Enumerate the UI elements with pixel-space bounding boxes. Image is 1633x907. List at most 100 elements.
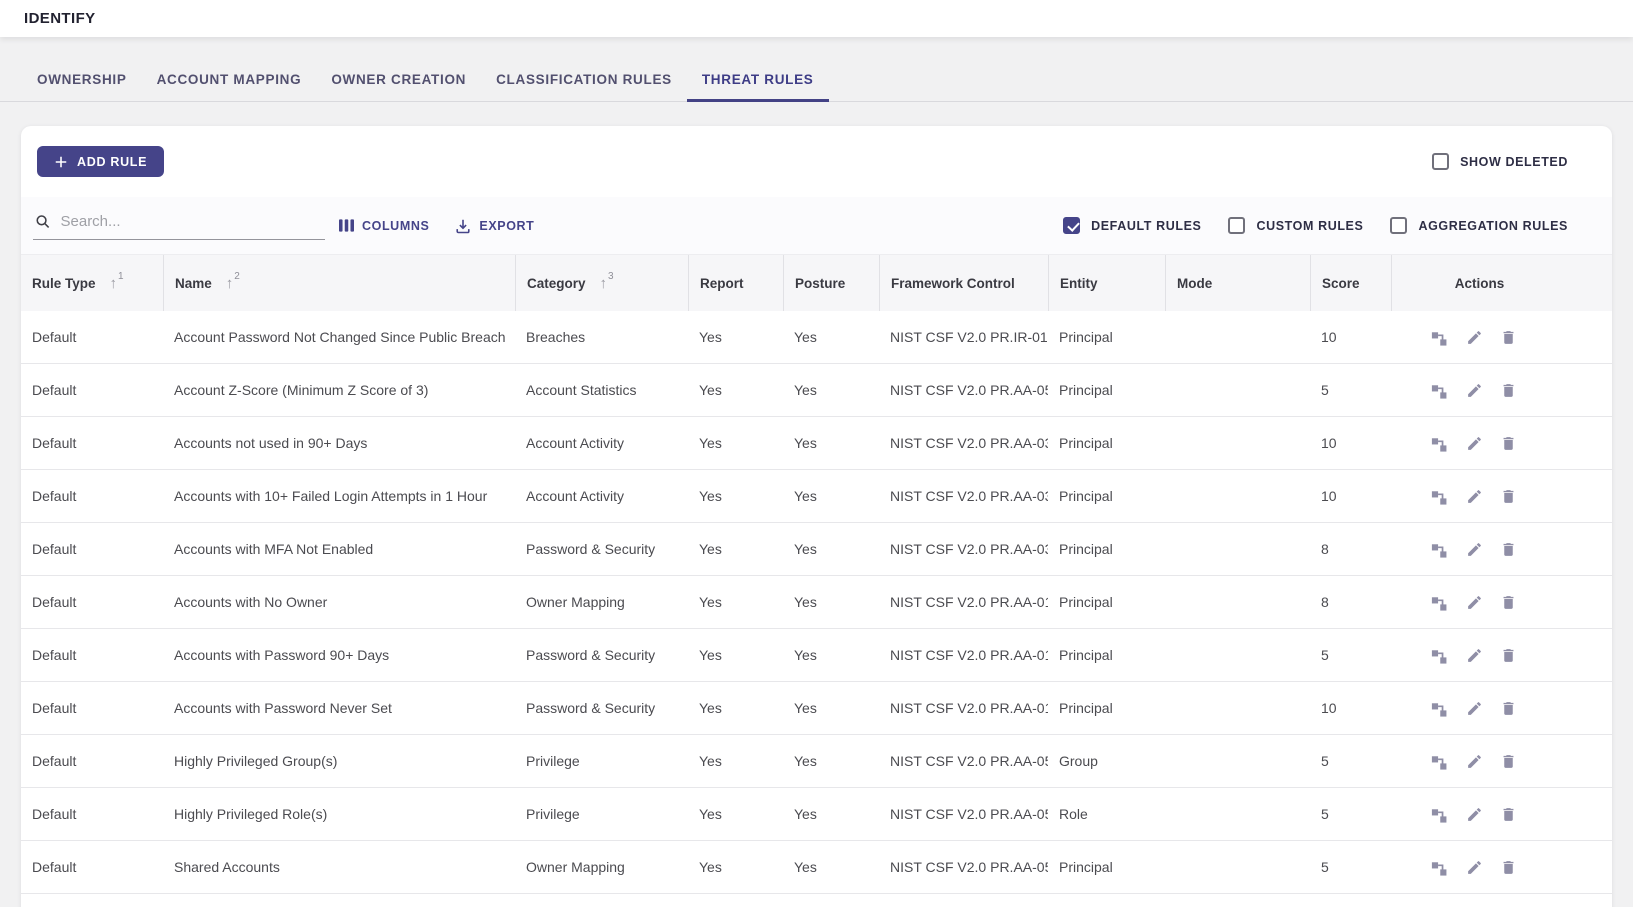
cell-rule-type: Default [21, 735, 163, 787]
tab-ownership[interactable]: OWNERSHIP [22, 58, 142, 101]
edit-icon[interactable] [1464, 380, 1485, 401]
delete-icon[interactable] [1498, 327, 1519, 348]
tab-threat-rules[interactable]: THREAT RULES [687, 58, 829, 101]
delete-icon[interactable] [1498, 698, 1519, 719]
column-header-entity[interactable]: Entity [1048, 255, 1165, 311]
search-input[interactable] [61, 213, 324, 230]
columns-button[interactable]: COLUMNS [339, 219, 429, 233]
edit-icon[interactable] [1464, 433, 1485, 454]
cell-name: Accounts with 10+ Failed Login Attempts … [163, 470, 515, 522]
hierarchy-icon[interactable] [1428, 485, 1451, 508]
cell-posture: Yes [783, 788, 879, 840]
export-button[interactable]: EXPORT [455, 218, 534, 234]
table-toolbar: COLUMNS EXPORT DEFAULT RULES CUSTOM RULE… [21, 197, 1612, 254]
table-row: Default Accounts with Password Never Set… [21, 682, 1612, 735]
cell-framework-control: NIST CSF V2.0 PR.AA-05 [879, 841, 1048, 893]
delete-icon[interactable] [1498, 857, 1519, 878]
edit-icon[interactable] [1464, 645, 1485, 666]
cell-name: Accounts not used in 90+ Days [163, 417, 515, 469]
column-header-rule-type[interactable]: Rule Type ↑1 [21, 255, 163, 311]
edit-icon[interactable] [1464, 698, 1485, 719]
cell-category: Privilege [515, 735, 688, 787]
search-icon [35, 213, 51, 230]
cell-category: Owner Mapping [515, 576, 688, 628]
cell-rule-type: Default [21, 682, 163, 734]
delete-icon[interactable] [1498, 751, 1519, 772]
cell-category: Privilege [515, 788, 688, 840]
tab-owner-creation[interactable]: OWNER CREATION [316, 58, 481, 101]
cell-entity: Principal [1048, 417, 1165, 469]
column-header-mode[interactable]: Mode [1165, 255, 1310, 311]
cell-category: Password & Security [515, 629, 688, 681]
add-rule-button[interactable]: ADD RULE [37, 146, 164, 177]
column-header-score[interactable]: Score [1310, 255, 1391, 311]
cell-score: 10 [1310, 682, 1391, 734]
cell-mode [1165, 417, 1310, 469]
tab-classification-rules[interactable]: CLASSIFICATION RULES [481, 58, 687, 101]
hierarchy-icon[interactable] [1428, 538, 1451, 561]
edit-icon[interactable] [1464, 592, 1485, 613]
table-row: Default Shared Accounts Owner Mapping Ye… [21, 841, 1612, 894]
cell-rule-type: Default [21, 788, 163, 840]
hierarchy-icon[interactable] [1428, 591, 1451, 614]
edit-icon[interactable] [1464, 751, 1485, 772]
cell-report: Yes [688, 788, 783, 840]
cell-entity: Principal [1048, 629, 1165, 681]
hierarchy-icon[interactable] [1428, 697, 1451, 720]
hierarchy-icon[interactable] [1428, 803, 1451, 826]
column-header-posture[interactable]: Posture [783, 255, 879, 311]
hierarchy-icon[interactable] [1428, 326, 1451, 349]
cell-category: Password & Security [515, 523, 688, 575]
edit-icon[interactable] [1464, 539, 1485, 560]
cell-report: Yes [688, 735, 783, 787]
edit-icon[interactable] [1464, 857, 1485, 878]
cell-score: 5 [1310, 788, 1391, 840]
delete-icon[interactable] [1498, 539, 1519, 560]
hierarchy-icon[interactable] [1428, 644, 1451, 667]
column-header-report[interactable]: Report [688, 255, 783, 311]
aggregation-rules-checkbox[interactable] [1390, 217, 1407, 234]
delete-icon[interactable] [1498, 486, 1519, 507]
edit-icon[interactable] [1464, 804, 1485, 825]
cell-entity: Principal [1048, 682, 1165, 734]
cell-actions [1391, 629, 1612, 681]
column-header-framework-control[interactable]: Framework Control [879, 255, 1048, 311]
column-header-category[interactable]: Category ↑3 [515, 255, 688, 311]
tab-account-mapping[interactable]: ACCOUNT MAPPING [142, 58, 317, 101]
table-row: Default Accounts with Password 90+ Days … [21, 629, 1612, 682]
cell-mode [1165, 841, 1310, 893]
show-deleted-toggle[interactable]: SHOW DELETED [1432, 153, 1568, 170]
delete-icon[interactable] [1498, 380, 1519, 401]
cell-entity: Principal [1048, 576, 1165, 628]
cell-framework-control: NIST CSF V2.0 PR.AA-01 [879, 682, 1048, 734]
cell-rule-type: Default [21, 523, 163, 575]
table-row: Default Accounts with MFA Not Enabled Pa… [21, 523, 1612, 576]
filter-custom-rules[interactable]: CUSTOM RULES [1228, 217, 1363, 234]
column-header-name[interactable]: Name ↑2 [163, 255, 515, 311]
delete-icon[interactable] [1498, 645, 1519, 666]
cell-entity: Principal [1048, 841, 1165, 893]
filter-default-rules[interactable]: DEFAULT RULES [1063, 217, 1201, 234]
filter-aggregation-rules[interactable]: AGGREGATION RULES [1390, 217, 1568, 234]
default-rules-checkbox[interactable] [1063, 217, 1080, 234]
table-row: Default Account Z-Score (Minimum Z Score… [21, 364, 1612, 417]
sort-asc-icon: ↑2 [226, 275, 239, 291]
cell-name: Accounts with MFA Not Enabled [163, 523, 515, 575]
show-deleted-checkbox[interactable] [1432, 153, 1449, 170]
hierarchy-icon[interactable] [1428, 750, 1451, 773]
cell-category: Password & Security [515, 682, 688, 734]
delete-icon[interactable] [1498, 433, 1519, 454]
delete-icon[interactable] [1498, 804, 1519, 825]
search-box[interactable] [33, 211, 325, 240]
hierarchy-icon[interactable] [1428, 432, 1451, 455]
hierarchy-icon[interactable] [1428, 379, 1451, 402]
cell-entity: Principal [1048, 364, 1165, 416]
edit-icon[interactable] [1464, 327, 1485, 348]
edit-icon[interactable] [1464, 486, 1485, 507]
cell-rule-type: Default [21, 470, 163, 522]
hierarchy-icon[interactable] [1428, 856, 1451, 879]
custom-rules-checkbox[interactable] [1228, 217, 1245, 234]
cell-report: Yes [688, 841, 783, 893]
cell-framework-control: NIST CSF V2.0 PR.AA-03 [879, 523, 1048, 575]
delete-icon[interactable] [1498, 592, 1519, 613]
